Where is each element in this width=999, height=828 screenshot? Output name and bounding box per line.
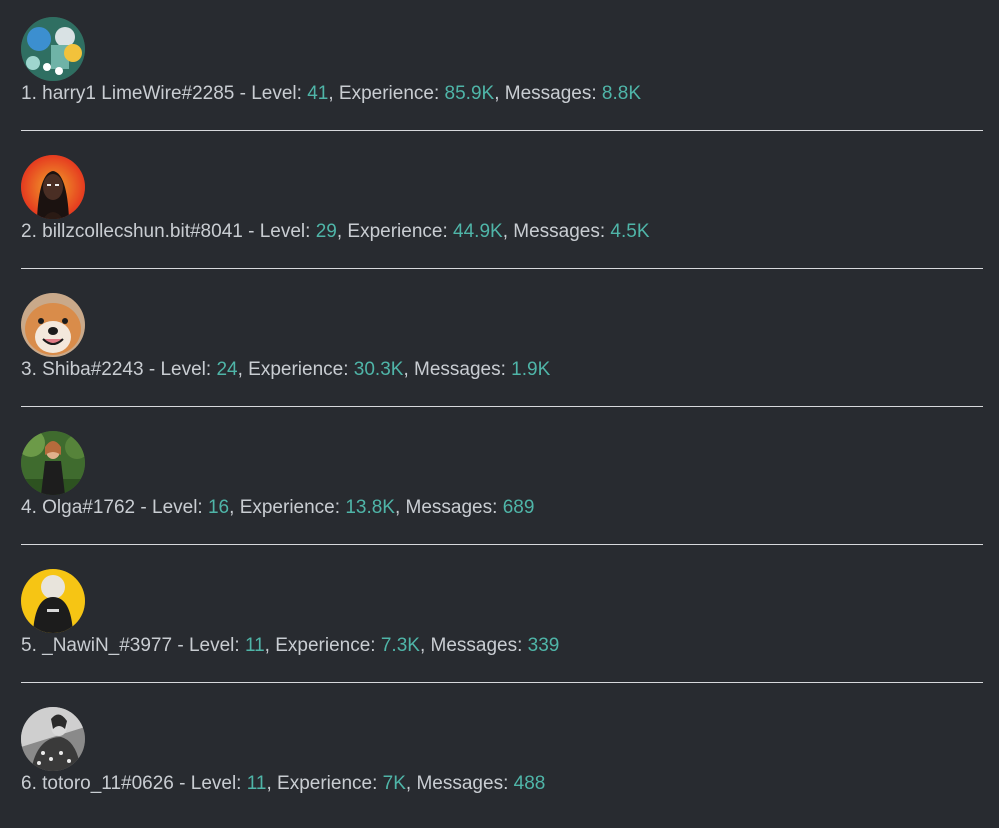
level-value: 41: [307, 83, 329, 104]
experience-label: Experience:: [338, 83, 440, 104]
rank: 2.: [21, 221, 37, 242]
experience-value: 30.3K: [353, 359, 404, 380]
experience-value: 7.3K: [380, 635, 420, 656]
level-label: Level:: [190, 773, 242, 794]
avatar-shiba-icon[interactable]: [21, 293, 85, 357]
divider: [21, 268, 983, 269]
divider: [21, 544, 983, 545]
messages-label: Messages:: [513, 221, 606, 242]
rank: 6.: [21, 773, 37, 794]
entry-text: 6. totoro_11#0626 - Level: 11, Experienc…: [21, 773, 546, 794]
messages-label: Messages:: [416, 773, 509, 794]
username: billzcollecshun.bit#8041: [42, 221, 243, 242]
leaderboard: 1. harry1 LimeWire#2285 - Level: 41, Exp…: [0, 0, 999, 819]
username: harry1 LimeWire#2285: [42, 83, 235, 104]
experience-label: Experience:: [347, 221, 448, 242]
experience-value: 85.9K: [444, 83, 495, 104]
avatar-olga-icon[interactable]: [21, 431, 85, 495]
avatar-harry1-icon[interactable]: [21, 17, 85, 81]
messages-value: 1.9K: [511, 359, 551, 380]
messages-value: 4.5K: [610, 221, 650, 242]
entry-text: 4. Olga#1762 - Level: 16, Experience: 13…: [21, 497, 535, 518]
entry-text: 5. _NawiN_#3977 - Level: 11, Experience:…: [21, 635, 560, 656]
experience-value: 13.8K: [345, 497, 395, 518]
entry-text: 3. Shiba#2243 - Level: 24, Experience: 3…: [21, 359, 551, 380]
leaderboard-entry: 1. harry1 LimeWire#2285 - Level: 41, Exp…: [0, 0, 999, 138]
experience-label: Experience:: [277, 773, 378, 794]
level-label: Level:: [160, 359, 212, 380]
username: Shiba#2243: [42, 359, 144, 380]
experience-label: Experience:: [248, 359, 349, 380]
rank: 3.: [21, 359, 37, 380]
messages-value: 689: [502, 497, 535, 518]
experience-value: 44.9K: [453, 221, 503, 242]
messages-value: 488: [513, 773, 546, 794]
avatar-billz-icon[interactable]: [21, 155, 85, 219]
level-value: 16: [207, 497, 230, 518]
level-value: 29: [315, 221, 337, 242]
entry-text: 1. harry1 LimeWire#2285 - Level: 41, Exp…: [21, 83, 642, 104]
level-value: 24: [216, 359, 238, 380]
username: totoro_11#0626: [42, 773, 174, 794]
experience-value: 7K: [382, 773, 406, 794]
messages-value: 8.8K: [601, 83, 642, 104]
leaderboard-entry: 4. Olga#1762 - Level: 16, Experience: 13…: [0, 414, 999, 552]
leaderboard-entry: 6. totoro_11#0626 - Level: 11, Experienc…: [0, 690, 999, 828]
level-value: 11: [246, 773, 267, 794]
leaderboard-entry: 2. billzcollecshun.bit#8041 - Level: 29,…: [0, 138, 999, 276]
experience-label: Experience:: [275, 635, 376, 656]
messages-label: Messages:: [504, 83, 597, 104]
rank: 4.: [21, 497, 37, 518]
experience-label: Experience:: [239, 497, 341, 518]
level-label: Level:: [251, 83, 302, 104]
level-value: 11: [244, 635, 265, 656]
username: Olga#1762: [42, 497, 136, 518]
messages-label: Messages:: [430, 635, 523, 656]
messages-label: Messages:: [405, 497, 498, 518]
level-label: Level:: [259, 221, 311, 242]
avatar-totoro-icon[interactable]: [21, 707, 85, 771]
rank: 5.: [21, 635, 37, 656]
level-label: Level:: [188, 635, 240, 656]
divider: [21, 682, 983, 683]
username: _NawiN_#3977: [42, 635, 173, 656]
divider: [21, 406, 983, 407]
level-label: Level:: [152, 497, 203, 518]
leaderboard-entry: 5. _NawiN_#3977 - Level: 11, Experience:…: [0, 552, 999, 690]
rank: 1.: [21, 83, 37, 104]
divider: [21, 130, 983, 131]
messages-value: 339: [527, 635, 560, 656]
entry-text: 2. billzcollecshun.bit#8041 - Level: 29,…: [21, 221, 650, 242]
avatar-nawin-icon[interactable]: [21, 569, 85, 633]
messages-label: Messages:: [414, 359, 506, 380]
leaderboard-entry: 3. Shiba#2243 - Level: 24, Experience: 3…: [0, 276, 999, 414]
